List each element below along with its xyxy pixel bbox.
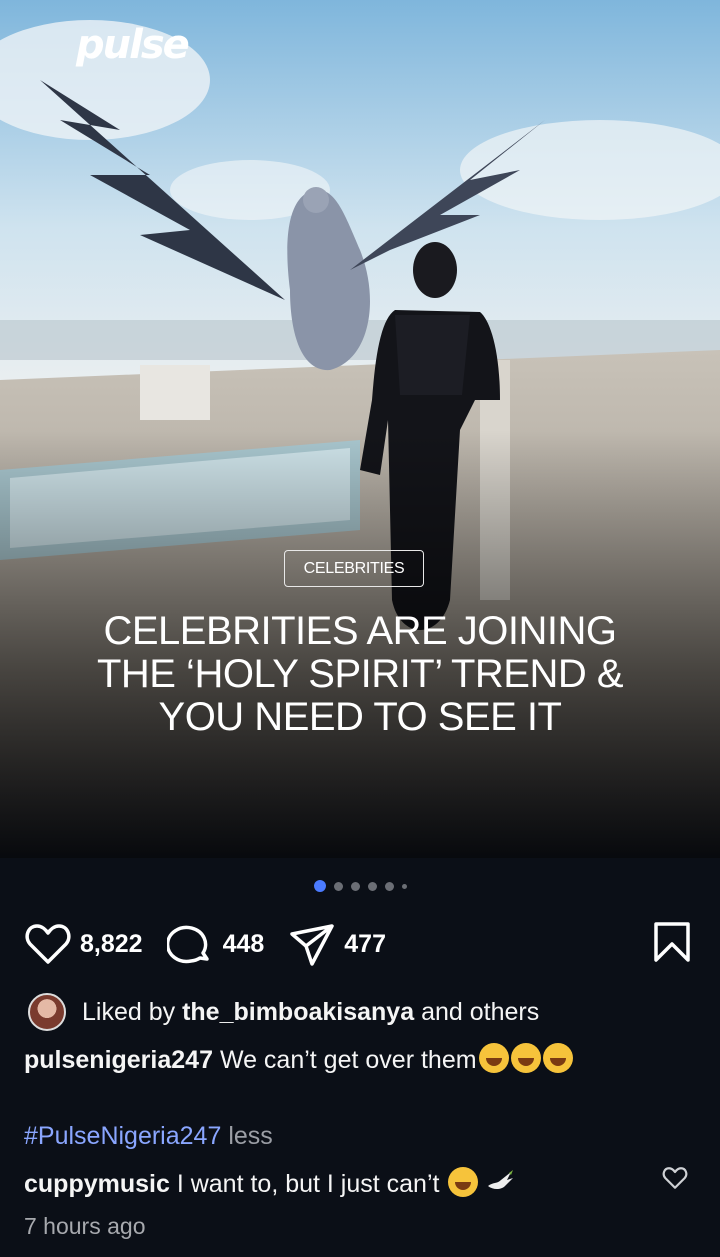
heart-icon[interactable] bbox=[662, 1166, 688, 1190]
less-link[interactable]: less bbox=[228, 1122, 272, 1150]
caption-username[interactable]: pulsenigeria247 bbox=[24, 1046, 213, 1074]
comment-like-button[interactable] bbox=[662, 1166, 688, 1195]
headline-line: THE ‘HOLY SPIRIT’ TREND & bbox=[96, 652, 624, 696]
comment-button[interactable]: 448 bbox=[166, 922, 265, 966]
carousel-dot bbox=[367, 881, 377, 891]
action-bar: 8,822 448 477 bbox=[24, 920, 410, 968]
comment: cuppymusic I want to, but I just can’t bbox=[24, 1167, 515, 1199]
liked-by-suffix[interactable]: and others bbox=[421, 998, 539, 1027]
carousel-dot-active bbox=[313, 880, 326, 892]
share-button[interactable]: 477 bbox=[288, 922, 386, 966]
bookmark-icon[interactable] bbox=[652, 920, 692, 964]
save-button[interactable] bbox=[652, 920, 692, 969]
comment-text: I want to, but I just can’t bbox=[176, 1170, 440, 1198]
caption-text: We can’t get over them bbox=[219, 1046, 477, 1074]
carousel-dot bbox=[401, 883, 407, 889]
comment-username[interactable]: cuppymusic bbox=[24, 1170, 170, 1198]
sweat-smile-emoji-icon bbox=[448, 1167, 479, 1197]
laughing-emoji-icon bbox=[478, 1043, 509, 1073]
laughing-emoji-icon bbox=[542, 1043, 573, 1073]
share-count: 477 bbox=[344, 929, 386, 958]
heart-icon[interactable] bbox=[24, 922, 72, 966]
carousel-dot bbox=[333, 881, 343, 891]
carousel-dot bbox=[384, 881, 394, 891]
comment-icon[interactable] bbox=[166, 922, 215, 966]
headline-line: YOU NEED TO SEE IT bbox=[158, 695, 562, 739]
avatar[interactable] bbox=[28, 993, 66, 1031]
like-count: 8,822 bbox=[80, 929, 143, 958]
headline-line: CELEBRITIES ARE JOINING bbox=[103, 609, 617, 653]
hashtag-link[interactable]: #PulseNigeria247 bbox=[24, 1122, 221, 1150]
liked-by-row[interactable]: Liked by the_bimboakisanya and others bbox=[28, 993, 539, 1031]
carousel-indicator bbox=[0, 880, 720, 892]
post-caption: pulsenigeria247 We can’t get over them bbox=[24, 1043, 573, 1075]
liked-by-user[interactable]: the_bimboakisanya bbox=[182, 998, 414, 1027]
share-icon[interactable] bbox=[288, 922, 336, 966]
pulse-logo: pulse bbox=[76, 22, 190, 68]
post-timestamp: 7 hours ago bbox=[24, 1213, 146, 1239]
laughing-emoji-icon bbox=[510, 1043, 541, 1073]
hashtag-row: #PulseNigeria247 less bbox=[24, 1122, 273, 1151]
comment-count: 448 bbox=[222, 929, 265, 958]
category-badge: CELEBRITIES bbox=[284, 550, 424, 587]
post-image[interactable]: pulse CELEBRITIES CELEBRITIES ARE JOININ… bbox=[0, 0, 720, 858]
liked-by-prefix: Liked by bbox=[82, 997, 176, 1026]
like-button[interactable]: 8,822 bbox=[24, 922, 143, 966]
carousel-dot bbox=[350, 881, 360, 891]
post-headline: CELEBRITIES ARE JOINING THE ‘HOLY SPIRIT… bbox=[40, 610, 680, 739]
dove-emoji-icon bbox=[488, 1170, 514, 1189]
